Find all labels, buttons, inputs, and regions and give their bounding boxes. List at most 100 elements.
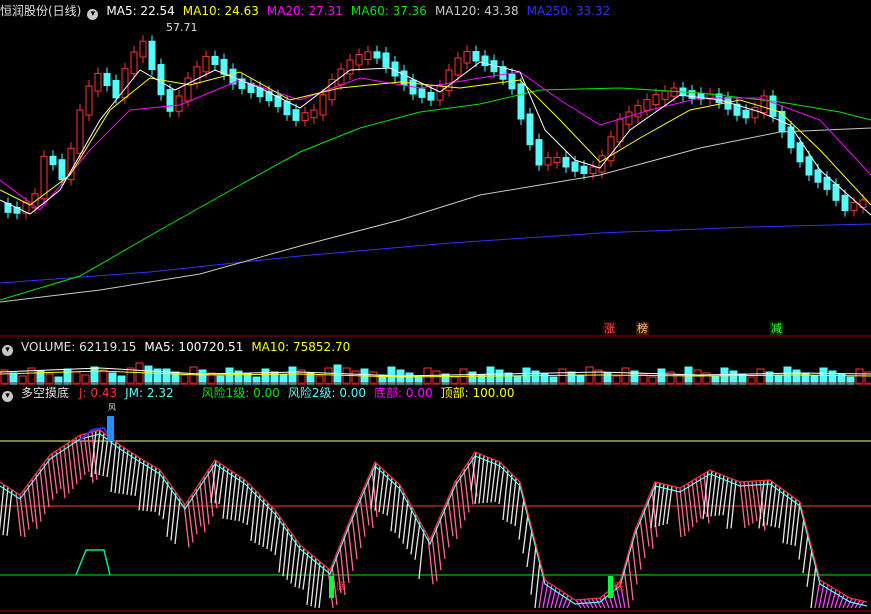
indicator-hatch bbox=[242, 482, 249, 524]
volume-bar bbox=[162, 368, 171, 385]
indicator-hatch bbox=[174, 497, 181, 545]
candle bbox=[850, 201, 858, 212]
indicator-hatch bbox=[810, 564, 817, 609]
candle bbox=[319, 94, 327, 116]
candle bbox=[58, 159, 66, 181]
candle bbox=[175, 95, 183, 112]
indicator-hatch bbox=[170, 492, 177, 541]
indicator-hatch bbox=[195, 488, 202, 527]
indicator-hatch bbox=[631, 540, 638, 585]
indicator-hatch bbox=[530, 544, 537, 595]
volume-bar bbox=[324, 367, 333, 385]
candle bbox=[535, 139, 543, 166]
indicator-hatch bbox=[343, 534, 350, 584]
indicator-hatch bbox=[534, 560, 541, 609]
candle bbox=[364, 51, 372, 60]
candle bbox=[166, 89, 174, 112]
indicator-hatch bbox=[310, 558, 317, 607]
indicator-hatch bbox=[455, 480, 462, 529]
indicator-hatch bbox=[254, 494, 261, 544]
indicator-hatch bbox=[691, 480, 698, 523]
indicator-hatch bbox=[778, 490, 785, 529]
candle bbox=[769, 95, 777, 117]
indicator-hatch bbox=[394, 484, 401, 534]
candle bbox=[49, 155, 57, 166]
indicator-hatch bbox=[23, 489, 30, 530]
indicator-hatch bbox=[218, 465, 225, 505]
indicator-hatch bbox=[63, 445, 70, 494]
candle bbox=[571, 161, 579, 172]
indicator-hatch bbox=[47, 457, 54, 500]
indicator-hatch bbox=[75, 437, 82, 480]
candle bbox=[796, 142, 804, 163]
indicator-hatch bbox=[359, 496, 366, 537]
candle bbox=[436, 85, 444, 101]
indicator-hatch bbox=[498, 465, 505, 505]
indicator-hatch bbox=[266, 506, 273, 550]
candle bbox=[85, 85, 93, 116]
indicator-hatch bbox=[51, 453, 58, 494]
candle bbox=[148, 40, 156, 71]
ma120-line bbox=[0, 127, 871, 303]
candle bbox=[103, 73, 111, 87]
event-tag[interactable]: 榜 bbox=[636, 322, 649, 335]
candle bbox=[805, 156, 813, 176]
stock-chart[interactable] bbox=[0, 0, 871, 614]
indicator-hatch bbox=[447, 498, 454, 537]
candle bbox=[751, 107, 759, 119]
candle bbox=[94, 73, 102, 92]
candle bbox=[76, 109, 84, 154]
event-tag[interactable]: 减 bbox=[770, 322, 783, 335]
volume-bar bbox=[90, 366, 99, 385]
candle bbox=[121, 68, 129, 99]
volume-bar bbox=[225, 367, 234, 385]
indicator-hatch bbox=[286, 533, 293, 580]
indicator-hatch bbox=[431, 535, 438, 582]
volume-bar bbox=[405, 372, 414, 385]
indicator-hatch bbox=[270, 511, 277, 552]
indicator-hatch bbox=[439, 516, 446, 559]
indicator-hatch bbox=[183, 503, 190, 548]
candle bbox=[553, 157, 561, 164]
indicator-panel bbox=[0, 416, 871, 609]
indicator-hatch bbox=[386, 477, 393, 516]
candle bbox=[355, 54, 363, 66]
indicator-hatch bbox=[187, 500, 194, 543]
bottom-signal-mark: 底 bbox=[614, 582, 624, 593]
indicator-hatch bbox=[643, 508, 650, 547]
indicator-hatch bbox=[683, 485, 690, 532]
indicator-hatch bbox=[203, 476, 210, 525]
candle bbox=[832, 183, 840, 201]
indicator-hatch bbox=[526, 528, 533, 568]
candle bbox=[517, 83, 525, 120]
volume-bar bbox=[558, 368, 567, 385]
volume-bar bbox=[819, 367, 828, 385]
ma60-line bbox=[0, 87, 871, 301]
risk-trapezoid bbox=[75, 549, 111, 576]
indicator-hatch bbox=[687, 483, 694, 528]
volume-bar bbox=[351, 370, 360, 385]
event-tag[interactable]: 涨 bbox=[603, 322, 616, 335]
indicator-hatch bbox=[294, 544, 301, 588]
volume-bar bbox=[144, 365, 153, 385]
candle bbox=[184, 77, 192, 102]
indicator-hatch bbox=[191, 494, 198, 535]
indicator-hatch bbox=[166, 486, 173, 537]
indicator-hatch bbox=[262, 502, 269, 548]
candle bbox=[130, 51, 138, 75]
indicator-hatch bbox=[514, 481, 521, 527]
candle bbox=[616, 118, 624, 143]
indicator-hatch bbox=[355, 506, 362, 549]
indicator-hatch bbox=[502, 469, 509, 521]
volume-bar bbox=[792, 369, 801, 385]
indicator-hatch bbox=[435, 526, 442, 571]
indicator-hatch bbox=[506, 473, 513, 523]
indicator-hatch bbox=[414, 521, 421, 560]
volume-bar bbox=[468, 371, 477, 385]
indicator-hatch bbox=[306, 554, 313, 606]
volume-bar bbox=[342, 367, 351, 385]
volume-bar bbox=[504, 372, 513, 385]
indicator-hatch bbox=[695, 478, 702, 519]
candle bbox=[292, 109, 300, 121]
indicator-hatch bbox=[158, 475, 165, 516]
